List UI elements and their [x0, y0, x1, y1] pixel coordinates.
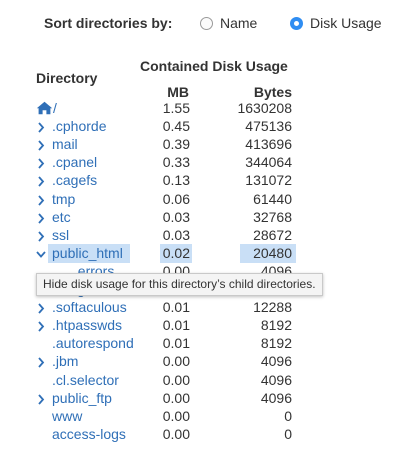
table-row: access-logs 0.00 0	[0, 426, 406, 444]
bytes-value: 32768	[253, 209, 292, 225]
table-row: .jbm 0.00 4096	[0, 353, 406, 371]
chevron-right-icon[interactable]	[36, 228, 46, 244]
sort-label: Sort directories by:	[44, 15, 173, 31]
directory-link[interactable]: tmp	[52, 191, 75, 207]
bytes-value: 413696	[245, 136, 292, 152]
bytes-value: 8192	[260, 317, 292, 333]
bytes-value: 0	[284, 426, 292, 442]
bytes-value: 28672	[253, 227, 292, 243]
directory-link[interactable]: /	[53, 100, 57, 116]
directory-link[interactable]: mail	[52, 136, 78, 152]
directory-link[interactable]: ssl	[52, 227, 69, 243]
directory-link[interactable]: public_html	[52, 245, 123, 261]
directory-link[interactable]: .cagefs	[52, 172, 97, 188]
chevron-right-icon[interactable]	[36, 155, 46, 171]
chevron-right-icon[interactable]	[36, 210, 46, 226]
mb-value: 0.45	[162, 118, 190, 134]
chevron-right-icon[interactable]	[36, 173, 46, 189]
bytes-value: 61440	[253, 191, 292, 207]
disk-usage-radio[interactable]	[290, 16, 303, 30]
mb-value: 1.55	[162, 100, 190, 116]
mb-value: 0.01	[162, 299, 190, 315]
name-radio[interactable]	[200, 16, 213, 30]
mb-value: 0.00	[162, 372, 190, 388]
directory-link[interactable]: .autorespond	[52, 335, 134, 351]
table-row: mail 0.39 413696	[0, 136, 406, 154]
directory-link[interactable]: .cpanel	[52, 154, 97, 170]
bytes-value: 4096	[260, 353, 292, 369]
table-row: etc 0.03 32768	[0, 209, 406, 227]
mb-value: 0.00	[162, 408, 190, 424]
chevron-down-icon[interactable]	[36, 246, 46, 262]
bytes-value: 4096	[260, 372, 292, 388]
bytes-value: 12288	[253, 299, 292, 315]
disk-usage-radio-label: Disk Usage	[310, 15, 382, 31]
mb-value: 0.39	[162, 136, 190, 152]
bytes-value: 8192	[260, 335, 292, 351]
table-row: .cpanel 0.33 344064	[0, 154, 406, 172]
bytes-value: 344064	[245, 154, 292, 170]
bytes-value: 1630208	[237, 100, 292, 116]
bytes-header: Bytes	[253, 84, 292, 100]
table-row: .cagefs 0.13 131072	[0, 172, 406, 190]
table-row: .cphorde 0.45 475136	[0, 118, 406, 136]
directory-header: Directory	[36, 70, 98, 86]
directory-link[interactable]: access-logs	[52, 426, 126, 442]
chevron-right-icon[interactable]	[36, 354, 46, 370]
bytes-value: 0	[284, 408, 292, 424]
chevron-right-icon[interactable]	[36, 137, 46, 153]
directory-link[interactable]: .jbm	[52, 353, 78, 369]
directory-link[interactable]: .cl.selector	[52, 372, 119, 388]
table-row: public_html 0.02 20480	[0, 244, 406, 263]
mb-value: 0.00	[162, 353, 190, 369]
bytes-value: 20480	[253, 245, 292, 261]
chevron-right-icon[interactable]	[36, 119, 46, 135]
bytes-value: 475136	[245, 118, 292, 134]
directory-link[interactable]: www	[52, 408, 82, 424]
table-row: .htpasswds 0.01 8192	[0, 317, 406, 335]
mb-value: 0.01	[162, 317, 190, 333]
directory-link[interactable]: public_ftp	[52, 390, 112, 406]
home-icon[interactable]	[36, 101, 53, 115]
directory-link[interactable]: .htpasswds	[52, 317, 122, 333]
tooltip: Hide disk usage for this directory’s chi…	[36, 273, 323, 296]
mb-value: 0.13	[162, 172, 190, 188]
mb-value: 0.00	[162, 390, 190, 406]
sort-by-disk-usage-option[interactable]: Disk Usage	[290, 15, 382, 31]
table-row: www 0.00 0	[0, 408, 406, 426]
table-row: public_ftp 0.00 4096	[0, 390, 406, 408]
bytes-value: 4096	[260, 390, 292, 406]
table-row: .softaculous 0.01 12288	[0, 299, 406, 317]
mb-value: 0.06	[162, 191, 190, 207]
directory-link[interactable]: .softaculous	[52, 299, 127, 315]
name-radio-label: Name	[220, 15, 258, 31]
table-row: / 1.55 1630208	[0, 100, 406, 118]
sort-by-name-option[interactable]: Name	[200, 15, 257, 31]
mb-value: 0.01	[162, 335, 190, 351]
table-row: ssl 0.03 28672	[0, 227, 406, 245]
bytes-value: 131072	[245, 172, 292, 188]
mb-value: 0.00	[162, 426, 190, 442]
sort-bar: Sort directories by: Name Disk Usage	[0, 14, 406, 36]
mb-value: 0.03	[162, 209, 190, 225]
chevron-right-icon[interactable]	[36, 300, 46, 316]
mb-value: 0.02	[162, 245, 190, 261]
mb-value: 0.33	[162, 154, 190, 170]
table-row: .autorespond 0.01 8192	[0, 335, 406, 353]
directory-link[interactable]: etc	[52, 209, 71, 225]
chevron-right-icon[interactable]	[36, 391, 46, 407]
mb-header: MB	[167, 84, 189, 100]
chevron-right-icon[interactable]	[36, 318, 46, 334]
chevron-right-icon[interactable]	[36, 192, 46, 208]
table-row: .cl.selector 0.00 4096	[0, 372, 406, 390]
table-row: tmp 0.06 61440	[0, 191, 406, 209]
contained-usage-header: Contained Disk Usage	[140, 58, 288, 74]
mb-value: 0.03	[162, 227, 190, 243]
directory-link[interactable]: .cphorde	[52, 118, 106, 134]
